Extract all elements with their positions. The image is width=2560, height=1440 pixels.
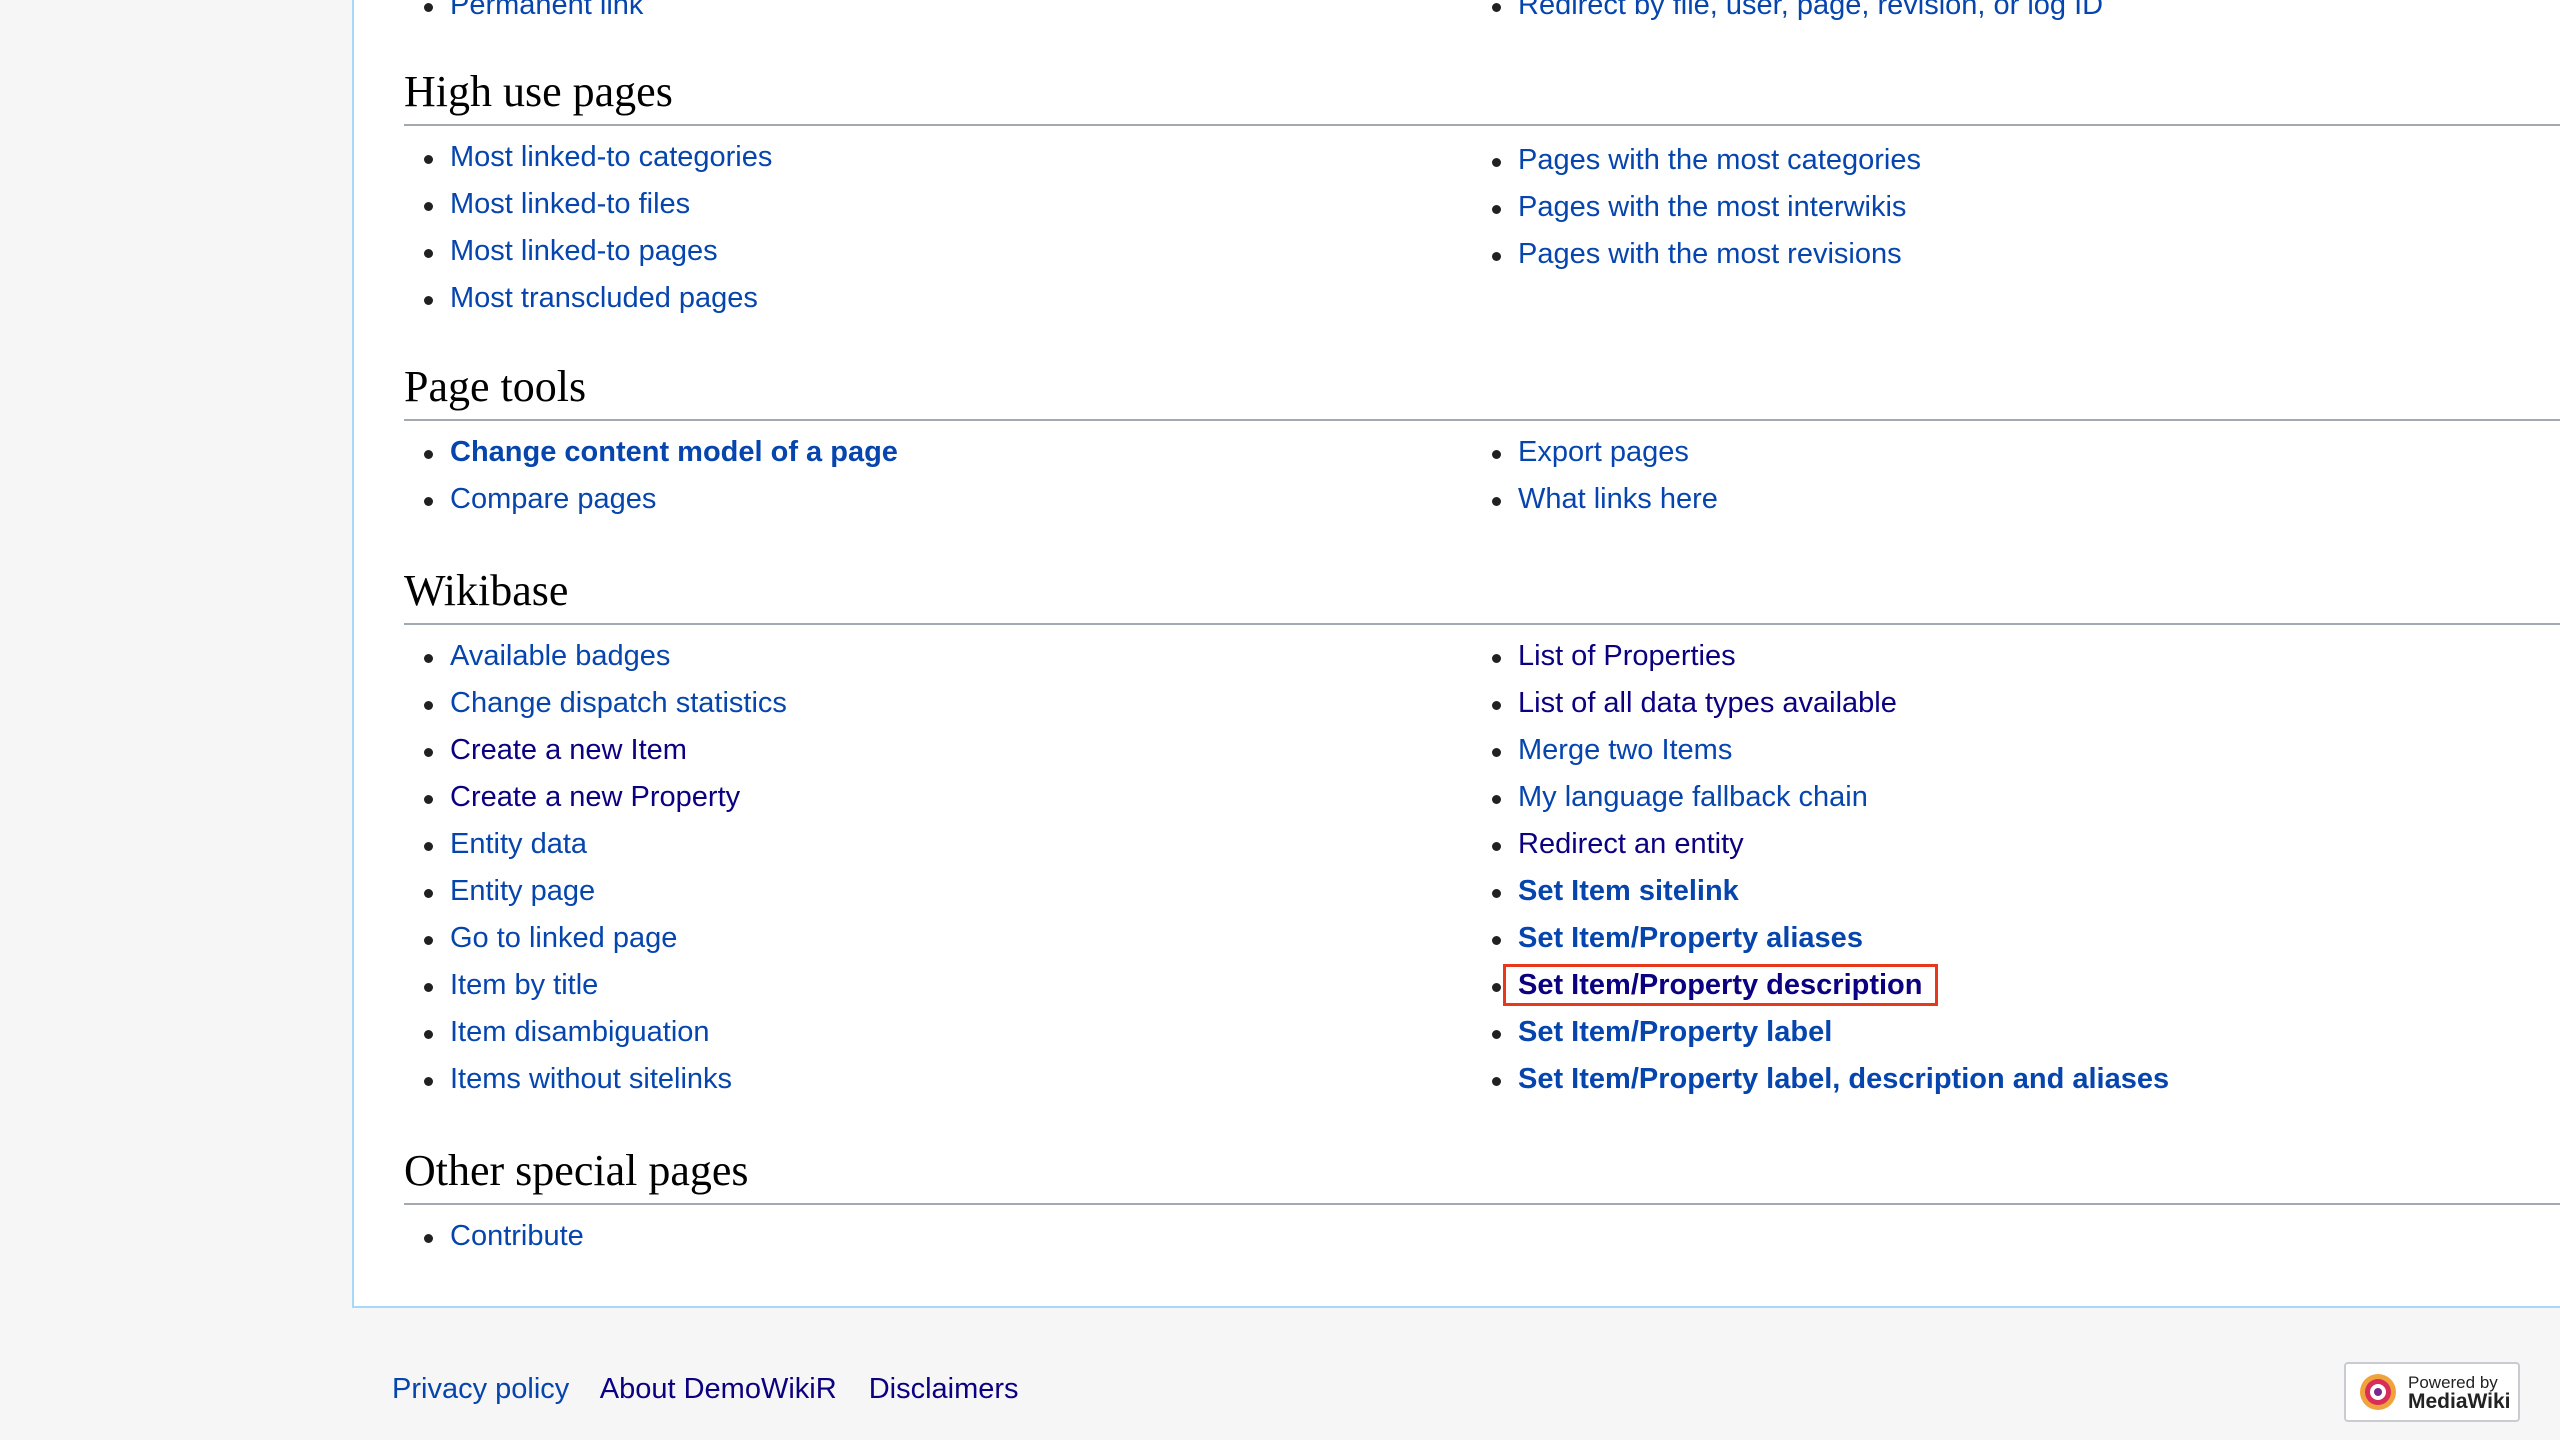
link-set-description[interactable]: Set Item/Property description <box>1503 964 1938 1006</box>
link-create-new-item[interactable]: Create a new Item <box>450 734 687 766</box>
link-available-badges[interactable]: Available badges <box>450 640 670 672</box>
list-item: Set Item/Property aliases <box>1472 915 2169 962</box>
section-heading: High use pages <box>404 66 2560 126</box>
list-item: Change content model of a page <box>404 429 898 476</box>
footer-links: Privacy policy About DemoWikiR Disclaime… <box>392 1364 1043 1414</box>
link-change-dispatch-statistics[interactable]: Change dispatch statistics <box>450 687 787 719</box>
list-item: Change dispatch statistics <box>404 680 787 727</box>
list-item: Contribute <box>404 1213 584 1260</box>
link-most-interwikis[interactable]: Pages with the most interwikis <box>1518 191 1906 223</box>
list-item: Pages with the most revisions <box>1472 231 1921 278</box>
link-list-data-types[interactable]: List of all data types available <box>1518 687 1897 719</box>
content-area: Permanent link Redirect by file, user, p… <box>352 0 2560 1308</box>
link-merge-two-items[interactable]: Merge two Items <box>1518 734 1732 766</box>
list-item: Entity page <box>404 868 787 915</box>
list-item: Compare pages <box>404 476 898 523</box>
list-item: Item disambiguation <box>404 1009 787 1056</box>
list-item: Pages with the most interwikis <box>1472 184 1921 231</box>
link-entity-page[interactable]: Entity page <box>450 875 595 907</box>
list-item: Most linked-to pages <box>404 228 772 275</box>
list-item: Permanent link <box>404 0 643 29</box>
list-item: Redirect by file, user, page, revision, … <box>1472 0 2103 29</box>
link-item-disambiguation[interactable]: Item disambiguation <box>450 1016 710 1048</box>
list-item: Available badges <box>404 633 787 680</box>
list-item: Pages with the most categories <box>1472 137 1921 184</box>
section-high-use-pages: High use pages Most linked-to categories… <box>404 66 2560 314</box>
list-item: Items without sitelinks <box>404 1056 787 1103</box>
list-item: What links here <box>1472 476 1718 523</box>
list-item: Most linked-to files <box>404 181 772 228</box>
section-heading: Wikibase <box>404 565 2560 625</box>
link-most-linked-files[interactable]: Most linked-to files <box>450 188 690 220</box>
link-item-by-title[interactable]: Item by title <box>450 969 598 1001</box>
link-most-revisions[interactable]: Pages with the most revisions <box>1518 238 1902 270</box>
list-item: Item by title <box>404 962 787 1009</box>
link-change-content-model[interactable]: Change content model of a page <box>450 436 898 468</box>
section-heading: Other special pages <box>404 1145 2560 1205</box>
list-item: List of all data types available <box>1472 680 2169 727</box>
link-most-linked-pages[interactable]: Most linked-to pages <box>450 235 718 267</box>
link-redirect-entity[interactable]: Redirect an entity <box>1518 828 1744 860</box>
section-page-tools: Page tools Change content model of a pag… <box>404 361 2560 515</box>
list-item: Redirect an entity <box>1472 821 2169 868</box>
mediawiki-logo-icon <box>2360 1374 2396 1410</box>
link-compare-pages[interactable]: Compare pages <box>450 483 656 515</box>
list-item: Entity data <box>404 821 787 868</box>
link-list-of-properties[interactable]: List of Properties <box>1518 640 1736 672</box>
list-item: Go to linked page <box>404 915 787 962</box>
link-most-linked-categories[interactable]: Most linked-to categories <box>450 141 772 173</box>
link-redirect-by-id[interactable]: Redirect by file, user, page, revision, … <box>1518 0 2103 21</box>
footer-disclaimers-link[interactable]: Disclaimers <box>869 1373 1019 1405</box>
list-item: Merge two Items <box>1472 727 2169 774</box>
list-item: List of Properties <box>1472 633 2169 680</box>
link-entity-data[interactable]: Entity data <box>450 828 587 860</box>
link-export-pages[interactable]: Export pages <box>1518 436 1689 468</box>
list-item: Set Item sitelink <box>1472 868 2169 915</box>
section-wikibase: Wikibase Available badges Change dispatc… <box>404 565 2560 1095</box>
link-contribute[interactable]: Contribute <box>450 1220 584 1252</box>
list-item: Create a new Property <box>404 774 787 821</box>
powered-by-mediawiki-badge[interactable]: Powered by MediaWiki <box>2344 1362 2520 1422</box>
link-most-categories[interactable]: Pages with the most categories <box>1518 144 1921 176</box>
powered-by-line2: MediaWiki <box>2408 1390 2511 1413</box>
powered-by-text: Powered by MediaWiki <box>2408 1373 2511 1413</box>
link-create-new-property[interactable]: Create a new Property <box>450 781 740 813</box>
footer-privacy-policy-link[interactable]: Privacy policy <box>392 1373 569 1405</box>
link-set-label-description-aliases[interactable]: Set Item/Property label, description and… <box>1518 1063 2169 1095</box>
footer-about-link[interactable]: About DemoWikiR <box>600 1373 837 1405</box>
link-permanent-link[interactable]: Permanent link <box>450 0 643 21</box>
link-set-label[interactable]: Set Item/Property label <box>1518 1016 1832 1048</box>
list-item: Set Item/Property description <box>1472 962 2169 1009</box>
link-go-to-linked-page[interactable]: Go to linked page <box>450 922 677 954</box>
link-items-without-sitelinks[interactable]: Items without sitelinks <box>450 1063 732 1095</box>
list-item: Most transcluded pages <box>404 275 772 322</box>
link-most-transcluded-pages[interactable]: Most transcluded pages <box>450 282 758 314</box>
list-item: Create a new Item <box>404 727 787 774</box>
list-item: Set Item/Property label, description and… <box>1472 1056 2169 1103</box>
list-item: My language fallback chain <box>1472 774 2169 821</box>
section-heading: Page tools <box>404 361 2560 421</box>
link-set-aliases[interactable]: Set Item/Property aliases <box>1518 922 1863 954</box>
link-language-fallback-chain[interactable]: My language fallback chain <box>1518 781 1868 813</box>
section-other-special-pages: Other special pages Contribute <box>404 1145 2560 1252</box>
link-set-item-sitelink[interactable]: Set Item sitelink <box>1518 875 1739 907</box>
link-what-links-here[interactable]: What links here <box>1518 483 1718 515</box>
list-item: Most linked-to categories <box>404 134 772 181</box>
list-item: Export pages <box>1472 429 1718 476</box>
list-item: Set Item/Property label <box>1472 1009 2169 1056</box>
